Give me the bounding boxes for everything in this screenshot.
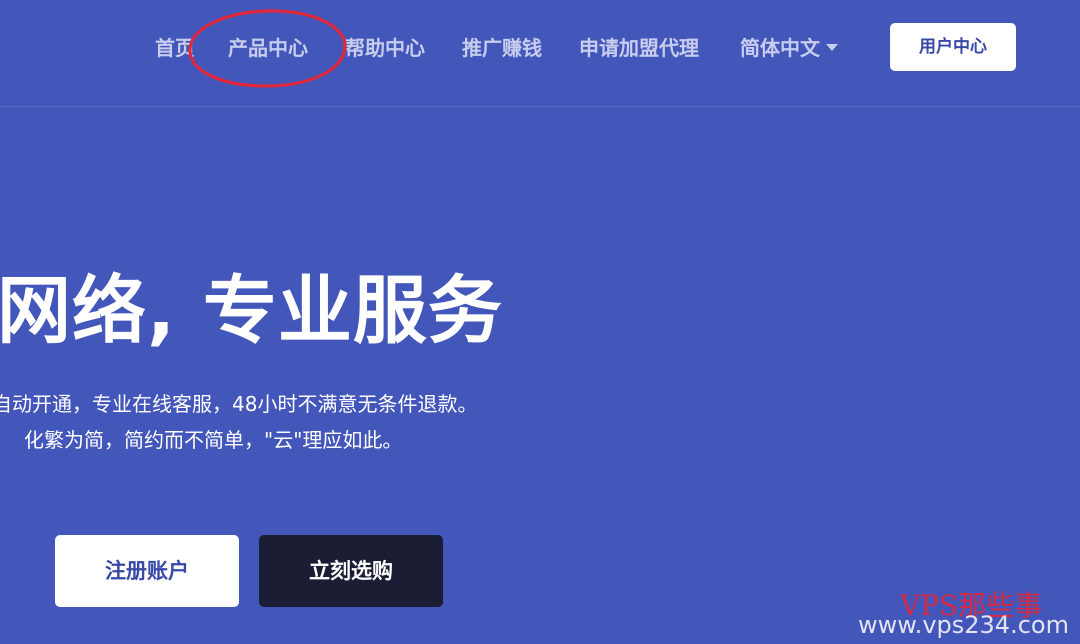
top-navigation: 首页 产品中心 帮助中心 推广赚钱 申请加盟代理 简体中文 用户中心 (0, 0, 1080, 107)
nav-help[interactable]: 帮助中心 (345, 34, 425, 62)
hero-title: 质网络, 专业服务 (0, 268, 503, 354)
nav-home[interactable]: 首页 (155, 34, 195, 62)
language-label: 简体中文 (740, 36, 820, 60)
register-account-button[interactable]: 注册账户 (55, 535, 239, 607)
watermark-url: www.vps234.com (858, 611, 1069, 639)
nav-products[interactable]: 产品中心 (228, 34, 308, 62)
hero-description-line1: 自动开通，专业在线客服，48小时不满意无条件退款。 (0, 392, 478, 416)
page: 首页 产品中心 帮助中心 推广赚钱 申请加盟代理 简体中文 用户中心 质网络, … (0, 0, 1080, 644)
language-selector[interactable]: 简体中文 (740, 34, 838, 62)
buy-now-button[interactable]: 立刻选购 (259, 535, 443, 607)
nav-agent[interactable]: 申请加盟代理 (579, 34, 699, 62)
caret-down-icon (826, 44, 838, 51)
user-center-button[interactable]: 用户中心 (890, 23, 1016, 71)
hero-description-line2: 化繁为简，简约而不简单，"云"理应如此。 (24, 428, 403, 452)
nav-promote[interactable]: 推广赚钱 (462, 34, 542, 62)
